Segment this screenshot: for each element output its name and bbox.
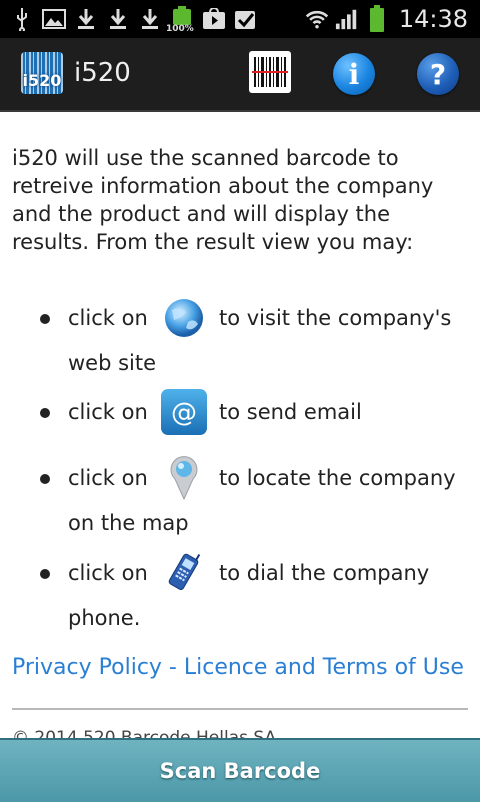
bullet-continuation: web site <box>68 351 157 375</box>
email-icon: @ <box>160 388 208 436</box>
scan-barcode-button[interactable]: Scan Barcode <box>0 738 480 802</box>
bullet-text: to dial the company <box>219 561 430 585</box>
bullet-dot <box>40 474 50 484</box>
battery-percent: 100% <box>166 24 194 34</box>
signal-icon <box>335 7 359 31</box>
wifi-icon <box>305 7 329 31</box>
bullet-continuation: on the map <box>68 511 189 535</box>
svg-text:@: @ <box>171 398 197 428</box>
download-icon <box>74 7 98 31</box>
status-left: 100% <box>10 5 258 34</box>
click-on-label: click on <box>68 400 148 424</box>
info-glyph: i <box>348 57 360 91</box>
help-button[interactable]: ? <box>416 52 460 96</box>
app-logo-text: i520 <box>22 71 62 90</box>
bullet-dot <box>40 408 50 418</box>
checkbox-icon <box>234 7 258 31</box>
app-logo-icon[interactable]: i520 <box>21 52 63 94</box>
play-store-icon <box>202 7 226 31</box>
help-glyph: ? <box>429 57 447 91</box>
help-icon: ? <box>417 53 459 95</box>
divider <box>12 708 468 710</box>
status-right: 14:38 <box>305 4 468 34</box>
battery-icon <box>365 5 389 32</box>
click-on-label: click on <box>68 561 148 585</box>
bullet-continuation: phone. <box>68 606 141 630</box>
status-bar: 100% 14:38 <box>0 0 480 38</box>
scan-barcode-label: Scan Barcode <box>159 759 321 783</box>
usb-icon <box>10 7 34 31</box>
barcode-scan-icon <box>249 51 291 97</box>
click-on-label: click on <box>68 466 148 490</box>
click-on-label: click on <box>68 306 148 330</box>
bullet-dot <box>40 569 50 579</box>
download-icon <box>106 7 130 31</box>
info-icon: i <box>333 53 375 95</box>
phone-icon <box>160 547 208 595</box>
globe-icon <box>160 294 208 342</box>
map-pin-icon <box>160 452 208 501</box>
app-title: i520 <box>74 58 131 88</box>
clock: 14:38 <box>398 5 468 33</box>
bullet-text: to locate the company <box>219 466 456 490</box>
barcode-scan-button[interactable] <box>248 51 292 97</box>
gallery-icon <box>42 7 66 31</box>
bullet-text: to visit the company's <box>219 306 452 330</box>
battery-full-icon: 100% <box>166 6 194 34</box>
bullet-dot <box>40 314 50 324</box>
bullet-text: to send email <box>219 400 362 424</box>
intro-text: i520 will use the scanned barcode to ret… <box>12 146 434 254</box>
info-button[interactable]: i <box>332 52 376 96</box>
download-icon <box>138 7 162 31</box>
action-bar: i520 i520 i ? <box>0 38 480 112</box>
policy-links[interactable]: Privacy Policy - Licence and Terms of Us… <box>12 655 468 680</box>
